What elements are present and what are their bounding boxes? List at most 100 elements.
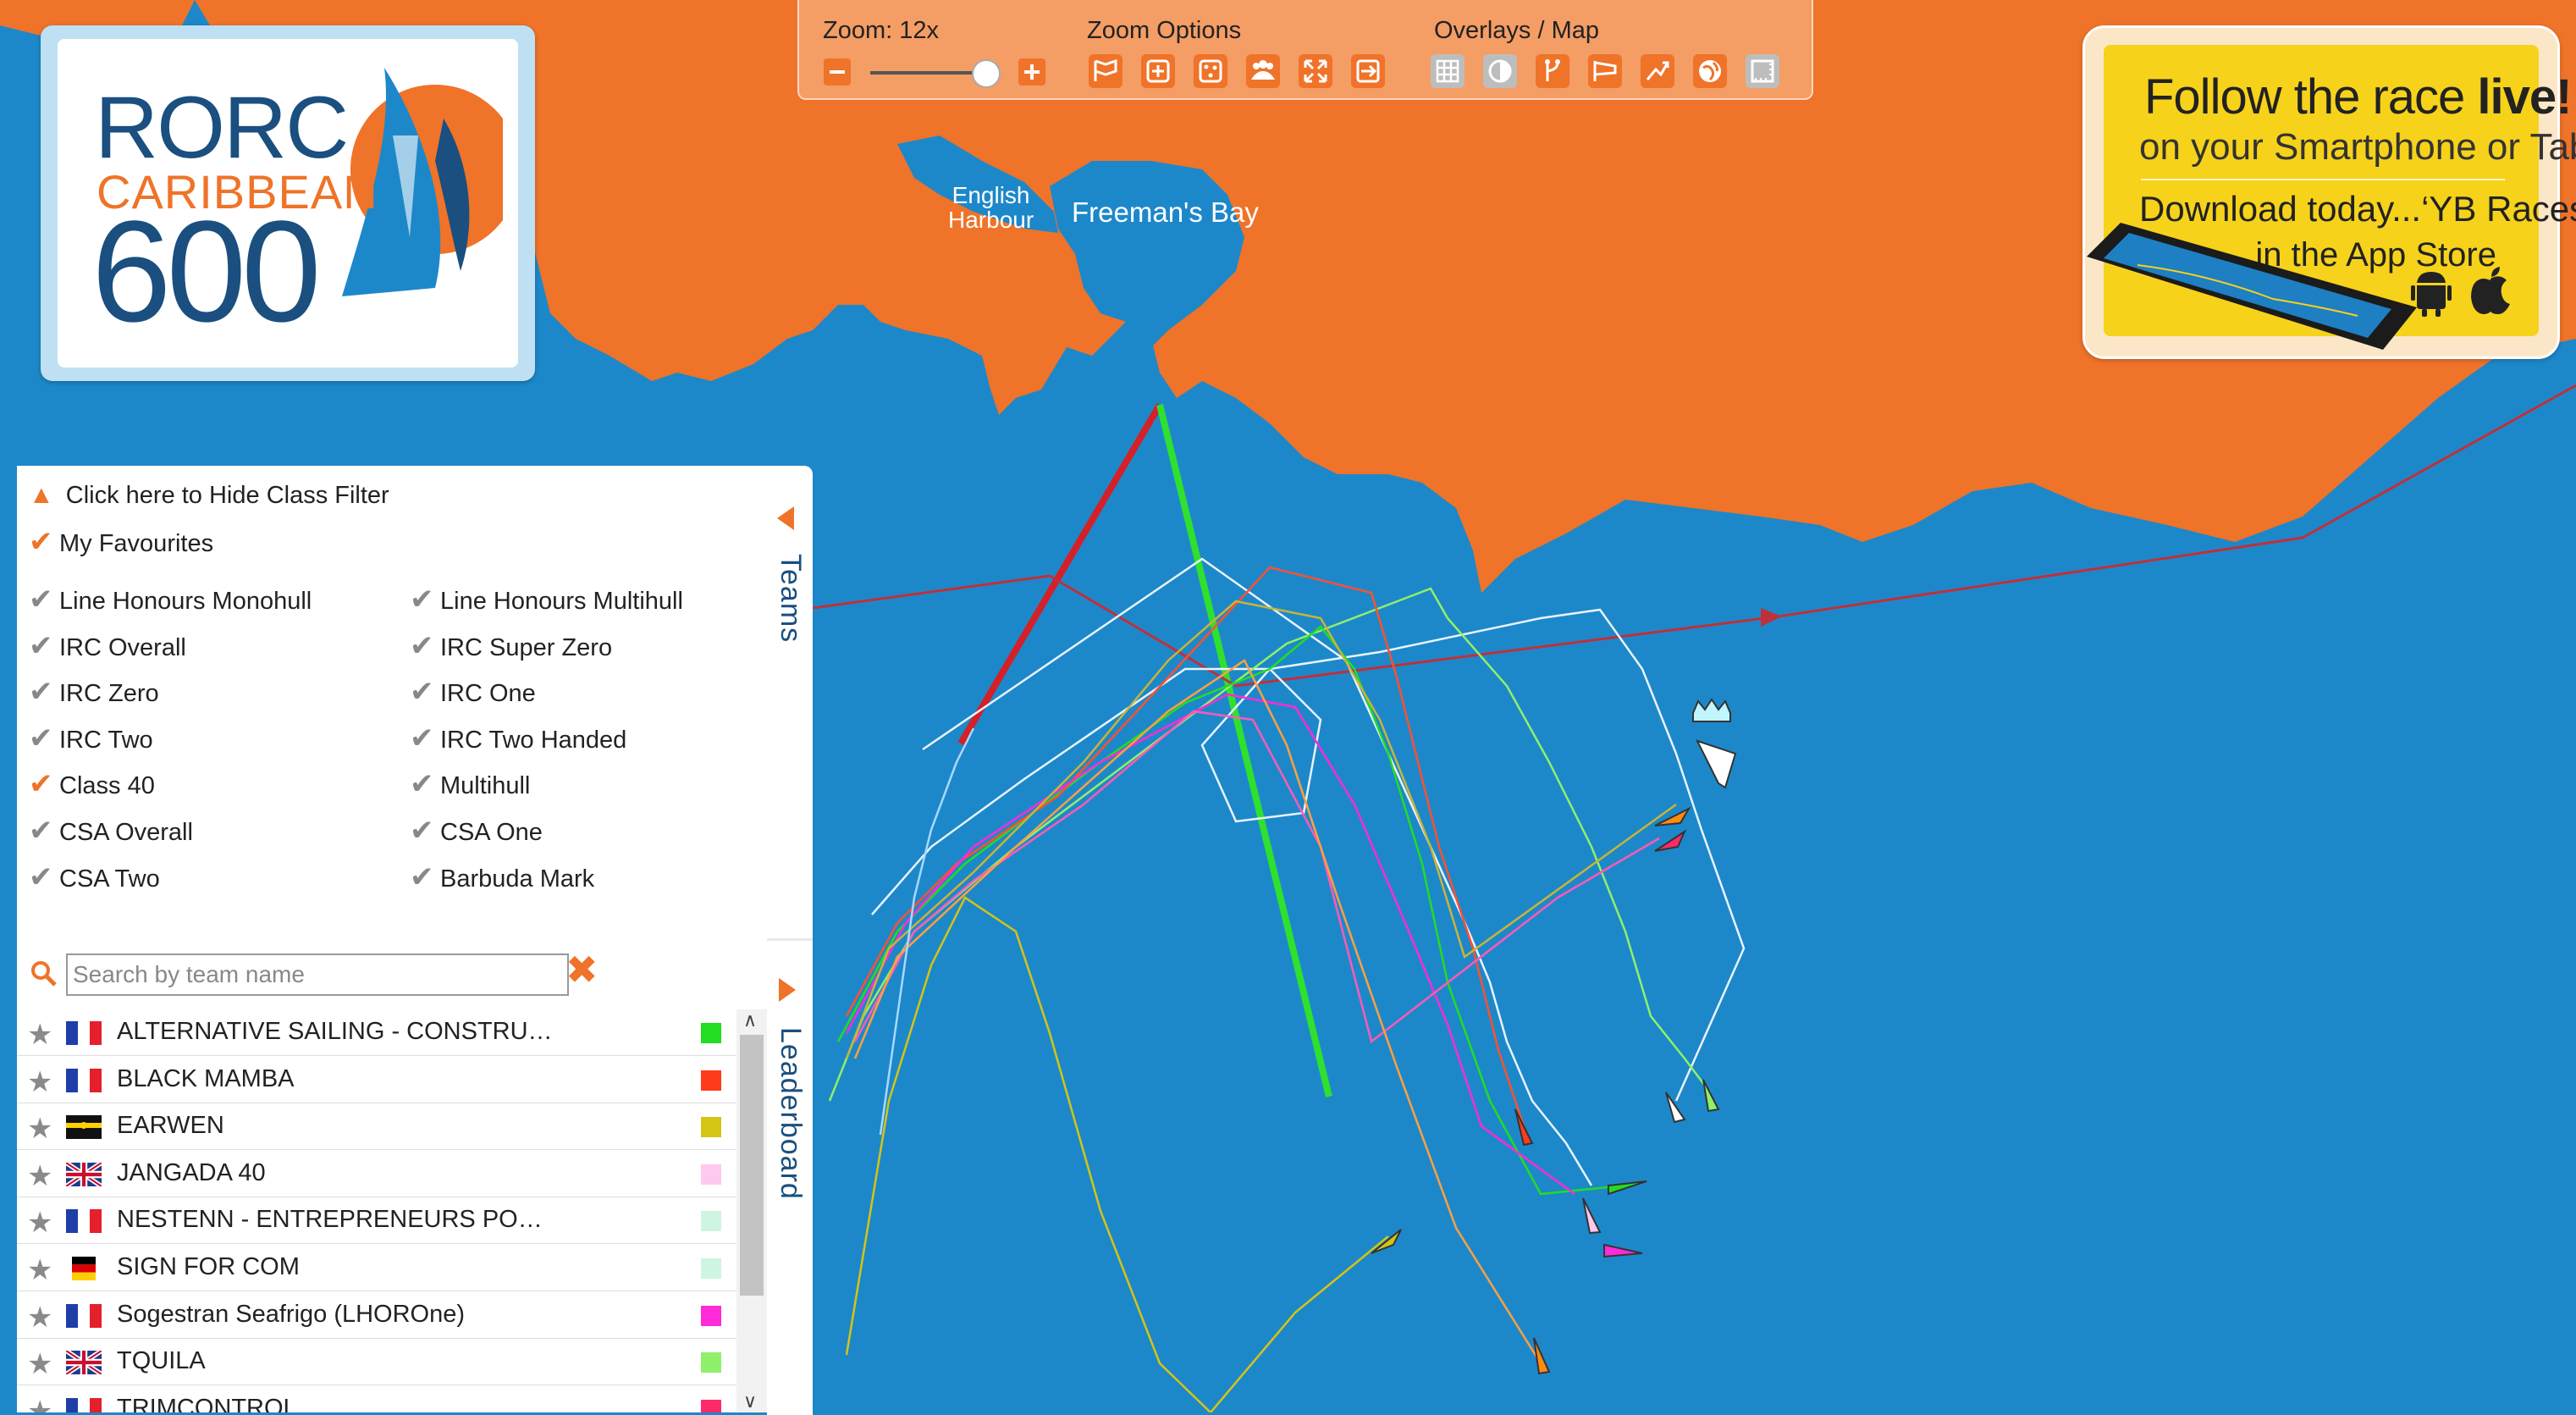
check-icon: ✔ bbox=[29, 583, 53, 616]
check-icon: ✔ bbox=[29, 721, 53, 754]
app-ad-banner[interactable]: Follow the race live! on your Smartphone… bbox=[2082, 25, 2576, 359]
team-row[interactable]: ★ Sogestran Seafrigo (LHOROne) bbox=[17, 1291, 736, 1339]
filter-class-label: IRC Zero bbox=[59, 680, 159, 708]
team-row[interactable]: ★ BLACK MAMBA bbox=[17, 1055, 736, 1103]
team-row[interactable]: ★ SIGN FOR COM bbox=[17, 1243, 736, 1291]
apple-icon[interactable] bbox=[2468, 265, 2513, 316]
filter-class-item[interactable]: ✔ CSA One bbox=[410, 814, 543, 848]
filter-class-item[interactable]: ✔ IRC Super Zero bbox=[410, 629, 612, 663]
favourite-star-icon[interactable]: ★ bbox=[27, 1065, 52, 1099]
globe-overlay-button[interactable] bbox=[1691, 53, 1729, 90]
filter-class-item[interactable]: ✔ Line Honours Monohull bbox=[29, 583, 312, 616]
filter-class-item[interactable]: ✔ IRC Two bbox=[29, 721, 153, 755]
place-freemans-bay: Freeman's Bay bbox=[1072, 196, 1259, 228]
team-name: NESTENN - ENTREPRENEURS PO… bbox=[117, 1206, 543, 1234]
favourite-star-icon[interactable]: ★ bbox=[27, 1112, 52, 1146]
favourite-star-icon[interactable]: ★ bbox=[27, 1253, 52, 1287]
filter-class-item[interactable]: ✔ IRC Two Handed bbox=[410, 721, 626, 755]
zoom-in-button[interactable] bbox=[1018, 58, 1046, 86]
zoom-slider[interactable] bbox=[870, 59, 1001, 88]
check-icon: ✔ bbox=[410, 583, 434, 616]
globe-icon bbox=[1693, 54, 1727, 88]
scroll-down-arrow[interactable]: ∨ bbox=[743, 1390, 757, 1412]
country-flag-icon bbox=[66, 1021, 102, 1045]
team-color-swatch bbox=[701, 1352, 721, 1374]
grid-icon bbox=[1431, 54, 1465, 88]
filter-class-label: IRC Two bbox=[59, 726, 153, 754]
ruler-overlay-button[interactable] bbox=[1744, 53, 1781, 90]
country-flag-icon bbox=[64, 1160, 103, 1189]
filter-class-item[interactable]: ✔ Barbuda Mark bbox=[410, 860, 594, 894]
zoom-to-group-button[interactable] bbox=[1244, 53, 1282, 90]
android-icon[interactable] bbox=[2410, 267, 2452, 318]
zoom-out-button[interactable] bbox=[823, 58, 852, 86]
filter-class-item[interactable]: ✔ IRC Zero bbox=[29, 675, 159, 709]
country-flag-icon bbox=[66, 1115, 102, 1140]
check-icon: ✔ bbox=[410, 768, 434, 801]
clear-search-button[interactable]: ✖ bbox=[565, 947, 598, 992]
team-row[interactable]: ★ EARWEN bbox=[17, 1102, 736, 1151]
filter-class-item[interactable]: ✔ IRC Overall bbox=[29, 629, 186, 663]
favourite-star-icon[interactable]: ★ bbox=[27, 1018, 52, 1052]
route-overlay-button[interactable] bbox=[1639, 53, 1676, 90]
scroll-up-arrow[interactable]: ∧ bbox=[743, 1009, 757, 1031]
tab-teams-label: Teams bbox=[775, 554, 807, 644]
team-color-swatch bbox=[701, 1070, 721, 1091]
tab-leaderboard[interactable]: Leaderboard bbox=[767, 938, 813, 1415]
triangle-left-icon bbox=[777, 506, 794, 530]
team-list-scrollbar[interactable]: ∧ ∨ bbox=[736, 1009, 767, 1412]
filter-class-item[interactable]: ✔ CSA Overall bbox=[29, 814, 193, 848]
contrast-button[interactable] bbox=[1481, 53, 1519, 90]
grid-overlay-button[interactable] bbox=[1429, 53, 1466, 90]
filter-class-item[interactable]: ✔ IRC One bbox=[410, 675, 536, 709]
team-row[interactable]: ★ TRIMCONTROL bbox=[17, 1385, 736, 1412]
filter-my-favourites[interactable]: ✔ My Favourites bbox=[29, 525, 213, 559]
check-icon: ✔ bbox=[29, 815, 53, 847]
filter-class-item[interactable]: ✔ Multihull bbox=[410, 767, 530, 801]
team-row[interactable]: ★ NESTENN - ENTREPRENEURS PO… bbox=[17, 1196, 736, 1245]
filter-class-label: IRC Overall bbox=[59, 633, 186, 661]
scrollbar-thumb[interactable] bbox=[740, 1035, 764, 1296]
zoom-to-finish-button[interactable] bbox=[1349, 53, 1387, 90]
zoom-to-fleet-button[interactable] bbox=[1139, 53, 1177, 90]
favourite-star-icon[interactable]: ★ bbox=[27, 1395, 52, 1412]
ad-title-text: Follow the race bbox=[2144, 69, 2478, 124]
minus-icon bbox=[824, 58, 851, 86]
wind-overlay-button[interactable] bbox=[1586, 53, 1624, 90]
filter-class-item[interactable]: ✔ Line Honours Multihull bbox=[410, 583, 683, 616]
zoom-to-start-button[interactable] bbox=[1087, 53, 1124, 90]
triangle-up-icon: ▲ bbox=[29, 481, 54, 509]
plus-square-icon bbox=[1141, 54, 1175, 88]
favourite-star-icon[interactable]: ★ bbox=[27, 1159, 52, 1193]
windsock-icon bbox=[1588, 54, 1622, 88]
track-overlay-button[interactable] bbox=[1534, 53, 1571, 90]
check-icon: ✔ bbox=[410, 676, 434, 709]
filter-class-label: Barbuda Mark bbox=[440, 865, 595, 893]
tab-teams[interactable]: Teams bbox=[767, 481, 813, 938]
country-flag-icon bbox=[66, 1257, 102, 1280]
team-color-swatch bbox=[701, 1164, 721, 1185]
team-color-swatch bbox=[701, 1305, 721, 1326]
filter-class-item[interactable]: ✔ CSA Two bbox=[29, 860, 160, 894]
group-icon bbox=[1246, 54, 1280, 88]
team-row[interactable]: ★ JANGADA 40 bbox=[17, 1149, 736, 1197]
zoom-to-boats-button[interactable] bbox=[1192, 53, 1229, 90]
team-color-swatch bbox=[701, 1117, 721, 1138]
team-row[interactable]: ★ ALTERNATIVE SAILING - CONSTRU… bbox=[17, 1008, 736, 1056]
fullscreen-button[interactable] bbox=[1297, 53, 1334, 90]
favourite-star-icon[interactable]: ★ bbox=[27, 1206, 52, 1240]
filter-class-item[interactable]: ✔ Class 40 bbox=[29, 767, 155, 801]
zoom-label: Zoom: 12x bbox=[823, 17, 939, 44]
hide-class-filter-toggle[interactable]: ▲ Click here to Hide Class Filter bbox=[29, 481, 389, 510]
team-name: BLACK MAMBA bbox=[117, 1064, 295, 1092]
filter-class-label: Multihull bbox=[440, 772, 531, 800]
team-color-swatch bbox=[701, 1023, 721, 1043]
favourite-star-icon[interactable]: ★ bbox=[27, 1301, 52, 1335]
zoom-slider-handle[interactable] bbox=[972, 59, 1001, 88]
team-search-input[interactable] bbox=[66, 953, 569, 996]
check-icon: ✔ bbox=[410, 629, 434, 662]
ad-title: Follow the race live! bbox=[2144, 69, 2572, 125]
filter-class-label: CSA Two bbox=[59, 865, 160, 893]
favourite-star-icon[interactable]: ★ bbox=[27, 1347, 52, 1381]
team-row[interactable]: ★ TQUILA bbox=[17, 1337, 736, 1386]
